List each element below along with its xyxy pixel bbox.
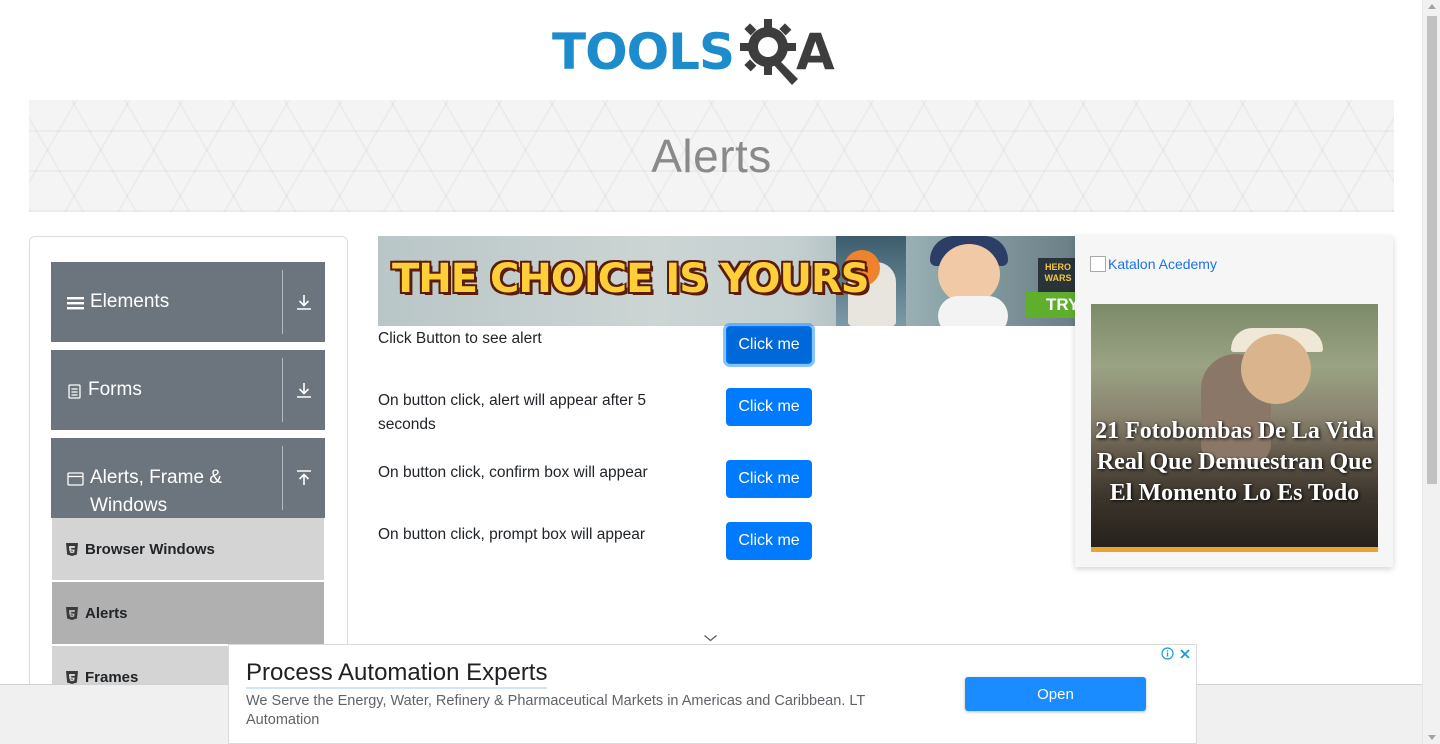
scroll-up-arrow-icon[interactable]	[1428, 4, 1436, 9]
site-logo[interactable]: TOOLS A	[552, 14, 835, 90]
download-arrow-icon[interactable]	[283, 262, 325, 342]
page-scrollbar[interactable]	[1422, 0, 1440, 744]
html5-icon	[66, 670, 78, 684]
ad-link[interactable]: Katalon Acedemy	[1090, 256, 1217, 272]
alert-row-label: Click Button to see alert	[378, 330, 542, 347]
download-arrow-icon[interactable]	[283, 350, 325, 430]
ad-character-head	[938, 244, 1000, 304]
alert-button[interactable]: Click me	[726, 326, 812, 364]
ad-headline: THE CHOICE IS YOURS	[392, 256, 870, 302]
ad-controls	[1160, 646, 1192, 661]
sidebar-group-title: Forms	[51, 350, 282, 430]
ad-game-logo: HERO WARS	[1038, 258, 1075, 292]
ad-image[interactable]: 21 Fotobombas De La Vida Real Que Demues…	[1091, 304, 1378, 552]
logo-suffix: A	[796, 23, 835, 81]
ad-try-button[interactable]: TRY	[1026, 292, 1075, 318]
sidebar-group-title: Alerts, Frame & Windows	[51, 438, 282, 518]
sidebar-item-label: Frames	[85, 668, 139, 686]
menu-icon	[67, 292, 84, 320]
page-title: Alerts	[651, 130, 772, 182]
ad-description: We Serve the Energy, Water, Refinery & P…	[246, 693, 865, 728]
ad-link-text: Katalon Acedemy	[1108, 256, 1217, 272]
sidebar-group-title: Elements	[51, 262, 282, 342]
ad-character-body	[938, 296, 1008, 326]
ad-title[interactable]: Process Automation Experts	[246, 659, 548, 689]
sidebar-item-label: Alerts	[85, 604, 128, 622]
page-banner: Alerts	[29, 100, 1394, 212]
top-ad-banner[interactable]: THE CHOICE IS YOURS HERO WARS TRY	[378, 236, 1075, 326]
page: TOOLS A Alerts Elements Forms Alerts, Fr…	[0, 0, 1440, 744]
timer-alert-row-label: On button click, alert will appear after…	[378, 392, 646, 433]
html5-icon	[66, 542, 78, 556]
sidebar-group-label: Alerts, Frame & Windows	[90, 467, 222, 516]
window-icon	[67, 468, 84, 496]
confirm-button[interactable]: Click me	[726, 460, 812, 498]
document-icon	[67, 380, 82, 408]
sidebar-group-alerts-frame-windows[interactable]: Alerts, Frame & Windows	[51, 438, 325, 518]
timer-alert-button[interactable]: Click me	[726, 388, 812, 426]
ad-accent-bar	[1091, 547, 1378, 552]
sidebar-item-label: Browser Windows	[85, 540, 215, 558]
sidebar-group-forms[interactable]: Forms	[51, 350, 325, 430]
ad-photo-face	[1241, 334, 1311, 404]
right-ad[interactable]: Katalon Acedemy 21 Fotobombas De La Vida…	[1075, 236, 1393, 567]
ad-open-button[interactable]: Open	[965, 677, 1146, 711]
ad-info-icon[interactable]	[1160, 646, 1175, 661]
logo-text: TOOLS	[552, 23, 735, 81]
upload-arrow-icon[interactable]	[283, 438, 325, 518]
close-icon[interactable]	[1177, 646, 1192, 661]
sidebar-group-label: Forms	[88, 379, 142, 400]
bottom-ad[interactable]: Process Automation Experts We Serve the …	[228, 644, 1197, 744]
gear-magnifier-icon	[738, 15, 802, 90]
confirm-row-label: On button click, confirm box will appear	[378, 464, 648, 481]
broken-image-icon	[1090, 256, 1106, 272]
sidebar-group-elements[interactable]: Elements	[51, 262, 325, 342]
scroll-thumb[interactable]	[1427, 16, 1437, 484]
sidebar-item-browser-windows[interactable]: Browser Windows	[52, 518, 324, 581]
prompt-button[interactable]: Click me	[726, 522, 812, 560]
prompt-row-label: On button click, prompt box will appear	[378, 526, 646, 543]
sidebar-item-alerts[interactable]: Alerts	[52, 582, 324, 645]
scroll-down-arrow-icon[interactable]	[1428, 735, 1436, 740]
sidebar-group-label: Elements	[90, 291, 170, 312]
sidebar: Elements Forms Alerts, Frame & Windows B…	[29, 236, 348, 706]
html5-icon	[66, 606, 78, 620]
ad-caption: 21 Fotobombas De La Vida Real Que Demues…	[1095, 418, 1374, 506]
